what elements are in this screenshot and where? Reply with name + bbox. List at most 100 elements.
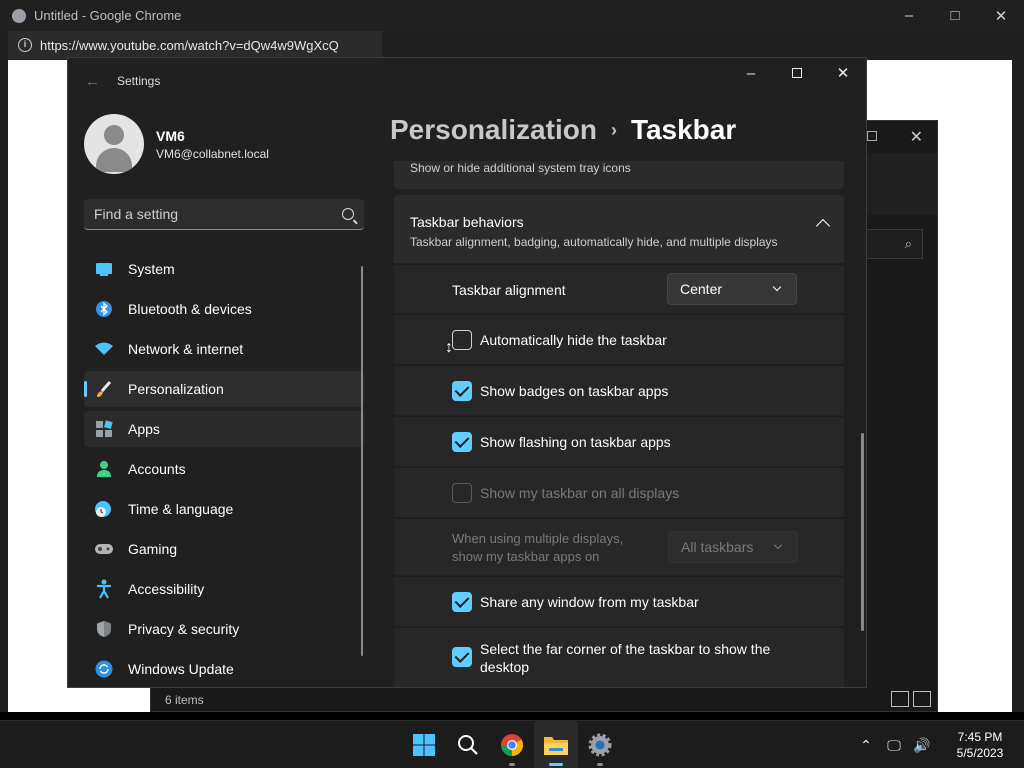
breadcrumb-parent[interactable]: Personalization — [390, 114, 597, 146]
sidebar-item-label: Gaming — [128, 541, 178, 557]
sidebar-scrollbar[interactable] — [361, 266, 363, 656]
search-input[interactable] — [94, 206, 342, 222]
wifi-icon — [94, 339, 114, 359]
explorer-close-icon[interactable]: ✕ — [910, 127, 923, 147]
sidebar-item-system[interactable]: System — [84, 251, 364, 287]
avatar — [84, 114, 144, 174]
sidebar-item-label: Apps — [128, 421, 160, 437]
clock[interactable]: 7:45 PM 5/5/2023 — [936, 729, 1024, 761]
avatar-head-shape — [104, 125, 124, 145]
badges-label[interactable]: Show badges on taskbar apps — [480, 382, 668, 400]
settings-window-controls: – ✕ — [728, 58, 866, 90]
far-corner-checkbox[interactable] — [452, 647, 472, 667]
sidebar-item-privacy[interactable]: Privacy & security — [84, 611, 364, 647]
chevron-up-icon[interactable] — [815, 218, 831, 234]
resize-cursor-icon: ↕ — [445, 339, 453, 356]
share-window-checkbox[interactable] — [452, 592, 472, 612]
all-displays-row: Show my taskbar on all displays — [394, 467, 844, 517]
taskbar-behaviors-desc: Taskbar alignment, badging, automaticall… — [410, 235, 778, 249]
info-icon[interactable]: i — [18, 38, 32, 52]
all-displays-checkbox[interactable] — [452, 483, 472, 503]
multi-display-dropdown[interactable]: All taskbars — [668, 531, 798, 563]
system-tray-icons-desc: Show or hide additional system tray icon… — [410, 161, 631, 175]
taskbar-alignment-dropdown[interactable]: Center — [667, 273, 797, 305]
user-email: VM6@collabnet.local — [156, 146, 269, 161]
multi-display-value: All taskbars — [681, 539, 754, 555]
taskbar-behaviors-header[interactable]: Taskbar behaviors Taskbar alignment, bad… — [394, 195, 844, 263]
bluetooth-icon — [94, 299, 114, 319]
user-profile[interactable]: VM6 VM6@collabnet.local — [84, 114, 269, 174]
sidebar-item-label: Accessibility — [128, 581, 205, 597]
close-icon[interactable]: ✕ — [978, 0, 1024, 31]
sidebar-item-label: Personalization — [128, 381, 224, 397]
flashing-checkbox[interactable] — [452, 432, 472, 452]
back-arrow-icon[interactable]: ← — [85, 73, 100, 90]
sidebar-item-time-language[interactable]: Time & language — [84, 491, 364, 527]
chevron-down-icon — [772, 282, 782, 292]
chrome-icon — [501, 734, 523, 756]
maximize-icon[interactable] — [774, 58, 820, 88]
chevron-up-icon[interactable]: ⌃ — [852, 721, 880, 768]
system-tray-icons-card[interactable]: Show or hide additional system tray icon… — [394, 161, 844, 189]
sidebar-item-label: Network & internet — [128, 341, 244, 357]
flashing-label[interactable]: Show flashing on taskbar apps — [480, 433, 671, 451]
system-icon — [94, 259, 114, 279]
clock-globe-icon — [94, 499, 114, 519]
sidebar-nav: System Bluetooth & devices Network & int… — [84, 251, 364, 687]
apps-icon — [94, 419, 114, 439]
chrome-url-text[interactable]: https://www.youtube.com/watch?v=dQw4w9Wg… — [40, 38, 339, 53]
settings-title-bar: ← Settings – ✕ — [68, 58, 866, 104]
windows-taskbar: ⌃ 🖵 🔊 7:45 PM 5/5/2023 — [0, 720, 1024, 768]
maximize-icon[interactable]: □ — [932, 0, 978, 31]
badges-checkbox[interactable] — [452, 381, 472, 401]
taskbar-file-explorer-button[interactable] — [534, 721, 578, 768]
sidebar-item-windows-update[interactable]: Windows Update — [84, 651, 364, 687]
all-displays-label[interactable]: Show my taskbar on all displays — [480, 484, 679, 502]
sidebar-item-bluetooth[interactable]: Bluetooth & devices — [84, 291, 364, 327]
details-view-icon[interactable] — [891, 691, 909, 707]
close-icon[interactable]: ✕ — [820, 58, 866, 88]
sidebar-item-label: Privacy & security — [128, 621, 240, 637]
search-icon[interactable] — [342, 208, 354, 220]
sidebar-item-accounts[interactable]: Accounts — [84, 451, 364, 487]
settings-content: Show or hide additional system tray icon… — [394, 161, 844, 687]
settings-window-title: Settings — [117, 74, 161, 88]
share-window-label[interactable]: Share any window from my taskbar — [480, 593, 699, 611]
multi-display-label-line1: When using multiple displays, — [452, 531, 624, 546]
search-icon — [458, 735, 478, 755]
content-scrollbar[interactable] — [861, 433, 864, 631]
auto-hide-label[interactable]: Automatically hide the taskbar — [480, 331, 667, 349]
sidebar-item-accessibility[interactable]: Accessibility — [84, 571, 364, 607]
sidebar-item-network[interactable]: Network & internet — [84, 331, 364, 367]
sidebar-item-personalization[interactable]: Personalization — [84, 371, 364, 407]
taskbar-chrome-button[interactable] — [490, 721, 534, 768]
network-icon[interactable]: 🖵 — [880, 721, 908, 768]
sidebar-item-apps[interactable]: Apps — [84, 411, 364, 447]
volume-icon[interactable]: 🔊 — [908, 721, 936, 768]
multi-display-row: When using multiple displays, show my ta… — [394, 518, 844, 575]
explorer-maximize-icon[interactable] — [867, 131, 877, 141]
far-corner-label[interactable]: Select the far corner of the taskbar to … — [480, 640, 770, 676]
find-setting-search[interactable] — [84, 199, 364, 230]
search-icon: ⌕ — [904, 236, 912, 251]
windows-logo-icon — [413, 734, 435, 756]
minimize-icon[interactable]: – — [728, 58, 774, 88]
auto-hide-checkbox[interactable] — [452, 330, 472, 350]
chrome-window-controls: – □ ✕ — [886, 0, 1024, 31]
minimize-icon[interactable]: – — [886, 0, 932, 31]
multi-display-label: When using multiple displays, show my ta… — [452, 530, 623, 566]
flashing-row: Show flashing on taskbar apps — [394, 416, 844, 466]
taskbar-alignment-row: Taskbar alignment Center — [394, 264, 844, 313]
tiles-view-icon[interactable] — [913, 691, 931, 707]
start-button[interactable] — [402, 721, 446, 768]
accessibility-icon — [94, 579, 114, 599]
sidebar-item-label: System — [128, 261, 175, 277]
running-indicator — [509, 763, 515, 766]
taskbar-settings-button[interactable] — [578, 721, 622, 768]
taskbar-search-button[interactable] — [446, 721, 490, 768]
chevron-down-icon — [773, 540, 783, 550]
sidebar-item-label: Time & language — [128, 501, 234, 517]
chrome-window-title: Untitled - Google Chrome — [34, 8, 182, 23]
sidebar-item-gaming[interactable]: Gaming — [84, 531, 364, 567]
chrome-address-bar[interactable]: i https://www.youtube.com/watch?v=dQw4w9… — [8, 31, 382, 59]
